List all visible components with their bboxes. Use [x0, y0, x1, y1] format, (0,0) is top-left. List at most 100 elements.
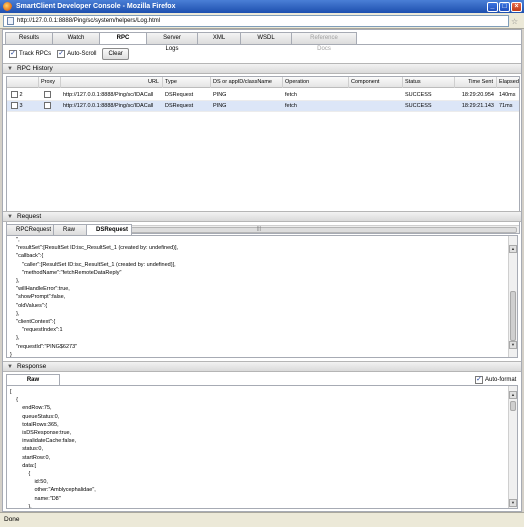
table-row[interactable]: 2 http://127.0.0.1:8888/Ping/sc/IDACall … — [7, 90, 519, 101]
scroll-thumb[interactable] — [510, 401, 516, 411]
auto-format-checkbox[interactable]: ✓ Auto-format — [475, 376, 516, 384]
code-line: { — [10, 471, 31, 478]
auto-scroll-checkbox[interactable]: ✓ Auto-Scroll — [57, 50, 96, 58]
code-line: name:"D8" — [10, 495, 61, 502]
rpc-history-header[interactable]: ▼ RPC History — [3, 63, 521, 74]
code-line: }, — [10, 335, 20, 342]
minimize-icon[interactable]: _ — [487, 1, 498, 12]
code-line: queueStatus:0, — [10, 413, 60, 420]
tab-results[interactable]: Results — [5, 32, 53, 44]
request-title: Request — [16, 213, 42, 220]
code-line: "resultSet":[ResultSet ID:isc_ResultSet_… — [10, 245, 179, 252]
scroll-thumb[interactable] — [510, 291, 516, 341]
row-expand-icon[interactable] — [11, 91, 18, 99]
auto-scroll-label: Auto-Scroll — [67, 51, 97, 57]
tab-xml[interactable]: XML — [197, 32, 241, 44]
col-time-sent[interactable]: Time Sent — [455, 77, 497, 88]
tab-dsrequest[interactable]: DSRequest — [86, 224, 132, 235]
row-time-sent: 18:29:20.954 — [461, 92, 494, 98]
table-row[interactable]: 3 http://127.0.0.1:8888/Ping/sc/IDACall … — [7, 101, 519, 112]
chevron-down-icon: ▼ — [7, 214, 13, 220]
tab-raw[interactable]: Raw — [53, 224, 87, 235]
window-titlebar: SmartClient Developer Console - Mozilla … — [0, 0, 524, 13]
bookmark-star-icon[interactable]: ☆ — [511, 17, 518, 26]
tab-reference-docs[interactable]: Reference Docs — [291, 32, 357, 52]
code-line: totalRows:365, — [10, 421, 59, 428]
col-proxy[interactable]: Proxy — [39, 77, 61, 88]
code-line: other:"Amblycephalidae", — [10, 487, 96, 494]
row-operation: fetch — [285, 103, 297, 109]
code-line: "methodName":"fetchRemoteDataReply" — [10, 269, 122, 276]
tab-server-logs[interactable]: Server Logs — [146, 32, 198, 52]
checkmark-icon: ✓ — [57, 50, 66, 58]
grid-header: Proxy URL Type DS or appID/className Ope… — [7, 77, 519, 88]
proxy-checkbox[interactable] — [44, 102, 51, 110]
rpc-history-title: RPC History — [16, 65, 53, 72]
close-icon[interactable]: × — [511, 1, 522, 12]
response-code: [ { endRow:75, queueStatus:0, totalRows:… — [10, 388, 96, 508]
row-elapsed: 71ms — [499, 103, 513, 109]
col-select[interactable] — [7, 77, 39, 88]
checkmark-icon: ✓ — [475, 376, 483, 384]
response-code-view[interactable]: [ { endRow:75, queueStatus:0, totalRows:… — [6, 385, 518, 509]
url-input[interactable]: http://127.0.0.1:8888/Ping/sc/system/hel… — [3, 15, 509, 27]
tab-watch[interactable]: Watch — [52, 32, 100, 44]
col-operation[interactable]: Operation — [283, 77, 349, 88]
scroll-down-icon[interactable]: ▼ — [509, 499, 517, 507]
request-code: ", "resultSet":[ResultSet ID:isc_ResultS… — [10, 236, 179, 357]
row-time-sent: 18:29:21.143 — [461, 103, 494, 109]
code-line: { — [10, 397, 18, 404]
col-type[interactable]: Type — [163, 77, 211, 88]
code-line: endRow:75, — [10, 405, 52, 412]
col-status[interactable]: Status — [403, 77, 455, 88]
maximize-icon[interactable]: □ — [499, 1, 510, 12]
row-datasource: PING — [213, 92, 227, 98]
proxy-checkbox[interactable] — [44, 91, 51, 99]
col-component[interactable]: Component — [349, 77, 403, 88]
response-tabs: Raw — [6, 374, 60, 385]
code-line: "clientContext":{ — [10, 319, 56, 326]
track-rpcs-checkbox[interactable]: ✓ Track RPCs — [9, 50, 51, 58]
window-title: SmartClient Developer Console - Mozilla … — [16, 3, 176, 10]
code-line: "caller":[ResultSet ID:isc_ResultSet_1 (… — [10, 261, 176, 268]
grip-icon: ||| — [257, 226, 261, 232]
code-line: "callback":{ — [10, 253, 44, 260]
row-status: SUCCESS — [405, 103, 432, 109]
firefox-icon — [3, 2, 12, 11]
code-line: "showPrompt":false, — [10, 294, 66, 301]
row-url: http://127.0.0.1:8888/Ping/sc/IDACall — [63, 103, 154, 109]
chevron-down-icon: ▼ — [7, 66, 13, 72]
request-header[interactable]: ▼ Request — [3, 211, 521, 222]
response-header[interactable]: ▼ Response — [3, 361, 521, 372]
row-url: http://127.0.0.1:8888/Ping/sc/IDACall — [63, 92, 154, 98]
row-number: 2 — [19, 92, 23, 98]
code-line: "oldValues":{ — [10, 302, 48, 309]
track-rpcs-label: Track RPCs — [19, 51, 52, 57]
code-line: }, — [10, 310, 20, 317]
col-url[interactable]: URL — [61, 77, 163, 88]
vertical-scrollbar[interactable]: ▲ ▼ — [508, 386, 517, 508]
col-elapsed[interactable]: Elapsed — [497, 77, 519, 88]
code-line: startRow:0, — [10, 454, 51, 461]
vertical-scrollbar[interactable]: ▲ ▼ — [508, 236, 517, 357]
code-line: isDSResponse:true, — [10, 430, 72, 437]
request-code-view[interactable]: ", "resultSet":[ResultSet ID:isc_ResultS… — [6, 235, 518, 358]
scroll-down-icon[interactable]: ▼ — [509, 341, 517, 349]
scroll-up-icon[interactable]: ▲ — [509, 245, 517, 253]
code-line: data:[ — [10, 462, 36, 469]
tab-wsdl[interactable]: WSDL — [240, 32, 292, 44]
tab-rpcrequest[interactable]: RPCRequest — [6, 224, 54, 235]
row-component — [349, 90, 403, 101]
tabs-divider — [3, 44, 521, 45]
request-tabs: RPCRequest Raw DSRequest — [6, 224, 132, 235]
row-expand-icon[interactable] — [11, 102, 18, 110]
row-elapsed: 140ms — [499, 92, 516, 98]
row-component — [349, 101, 403, 112]
tab-raw[interactable]: Raw — [6, 374, 60, 385]
clear-button[interactable]: Clear — [102, 48, 129, 60]
col-datasource[interactable]: DS or appID/className — [211, 77, 283, 88]
auto-format-label: Auto-format — [485, 377, 517, 383]
rpc-toolbar: ✓ Track RPCs ✓ Auto-Scroll Clear — [9, 47, 129, 61]
scroll-up-icon[interactable]: ▲ — [509, 391, 517, 399]
code-line: ", — [10, 237, 20, 243]
